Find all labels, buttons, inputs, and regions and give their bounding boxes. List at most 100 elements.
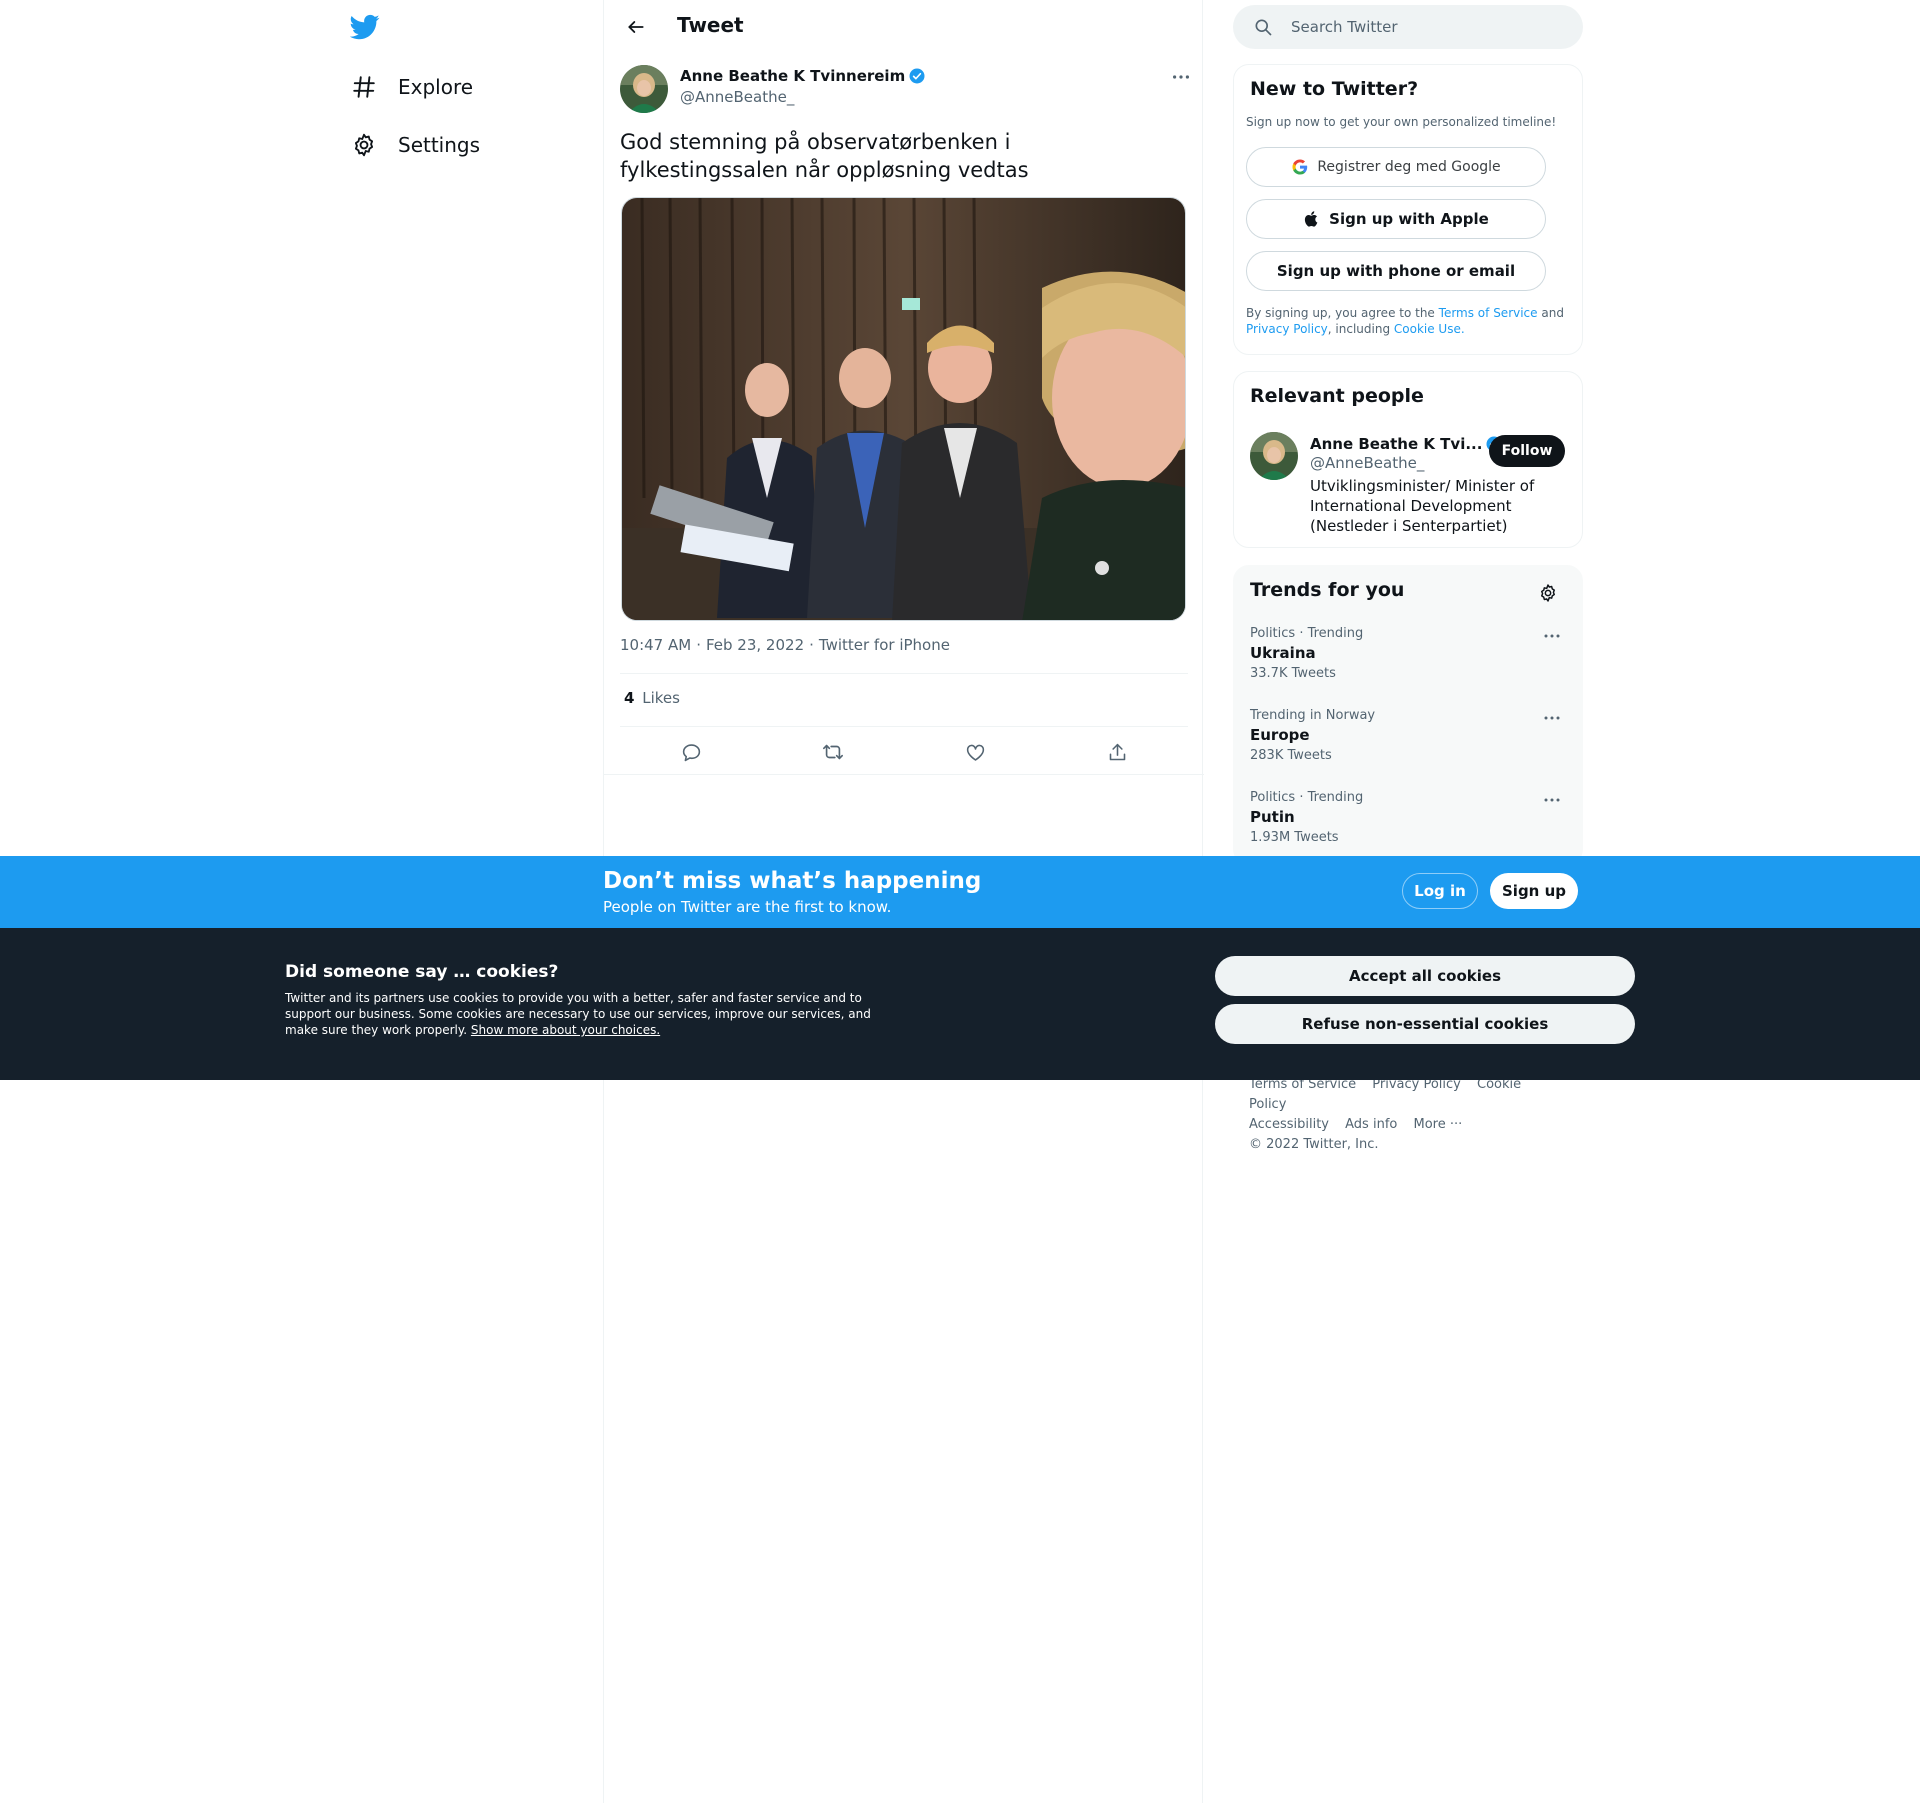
trends-card: Trends for you Politics · Trending Ukrai… [1233,565,1583,865]
trends-settings-button[interactable] [1535,580,1561,606]
nav-item-label: Explore [398,75,474,99]
meta-separator: · [809,636,814,654]
phone-email-signup-button[interactable]: Sign up with phone or email [1246,251,1546,291]
footer-link-more[interactable]: More ··· [1413,1117,1462,1132]
gear-icon [1541,584,1555,602]
heart-icon [966,744,984,761]
nav-item-label: Settings [398,133,481,157]
meta-separator: · [696,636,701,654]
footer-link-accessibility[interactable]: Accessibility [1249,1117,1329,1132]
tweet-source[interactable]: Twitter for iPhone [819,636,950,654]
trend-item[interactable]: Politics · Trending Ukraina 33.7K Tweets [1234,626,1584,708]
terms-prefix: By signing up, you agree to the [1246,306,1435,320]
gear-icon [350,131,378,159]
twitter-bird-icon[interactable] [349,12,384,42]
trend-context: Trending in Norway [1250,708,1376,723]
signup-button[interactable]: Sign up [1490,873,1578,909]
tweet-photo[interactable] [621,197,1186,621]
divider [620,673,1188,674]
relevant-person-bio: Utviklingsminister/ Minister of Internat… [1310,477,1535,535]
google-signup-button[interactable]: Registrer deg med Google [1246,147,1546,187]
like-button[interactable] [958,735,992,769]
search-icon [1255,19,1272,36]
trend-name: Putin [1250,808,1295,826]
likes-label: Likes [642,689,680,707]
cookie-use-link[interactable]: Cookie Use. [1394,322,1465,336]
more-dots-icon [1173,75,1189,79]
relevant-people-card: Relevant people Anne Beathe K Tvi... @An… [1233,371,1583,548]
author-handle[interactable]: @AnneBeathe_ [680,88,794,106]
trend-more-button[interactable] [1539,708,1565,728]
cookie-more-link[interactable]: Show more about your choices. [471,1023,660,1037]
trend-name: Europe [1250,726,1310,744]
footer-link-ads-info[interactable]: Ads info [1345,1117,1397,1132]
retweet-button[interactable] [816,735,850,769]
signup-terms: By signing up, you agree to the Terms of… [1246,305,1566,337]
reply-button[interactable] [674,735,708,769]
apple-signup-label: Sign up with Apple [1329,210,1489,228]
cookie-consent-bar: Did someone say … cookies? Twitter and i… [0,928,1920,1080]
author-name[interactable]: Anne Beathe K Tvinnereim [680,67,905,85]
more-dots-icon [1544,634,1560,638]
accept-cookies-button[interactable]: Accept all cookies [1215,956,1635,996]
terms-of-service-link[interactable]: Terms of Service [1439,306,1538,320]
avatar[interactable] [1250,432,1298,480]
search-input[interactable] [1291,18,1551,36]
avatar[interactable] [620,65,668,113]
trend-count: 33.7K Tweets [1250,666,1336,681]
relevant-person-handle[interactable]: @AnneBeathe_ [1310,454,1424,472]
phone-email-signup-label: Sign up with phone or email [1276,262,1516,280]
tweet-meta: 10:47 AM · Feb 23, 2022 · Twitter for iP… [620,636,950,654]
relevant-people-title: Relevant people [1250,385,1424,407]
likes-link[interactable]: 4 Likes [624,689,680,707]
relevant-name-row[interactable]: Anne Beathe K Tvi... [1310,435,1503,453]
relevant-person-name[interactable]: Anne Beathe K Tvi... [1310,435,1482,453]
arrow-left-icon [628,21,644,33]
apple-signup-button[interactable]: Sign up with Apple [1246,199,1546,239]
retweet-icon [823,744,843,760]
hashtag-icon [350,73,378,101]
cookie-title: Did someone say … cookies? [285,962,559,982]
share-button[interactable] [1100,735,1134,769]
signup-subtitle: Sign up now to get your own personalized… [1246,115,1557,129]
reply-icon [682,743,700,761]
page-title: Tweet [677,13,744,37]
footer-copyright: © 2022 Twitter, Inc. [1249,1137,1379,1152]
tweet-time[interactable]: 10:47 AM [620,636,691,654]
trend-name: Ukraina [1250,644,1316,662]
likes-count: 4 [624,689,635,707]
divider [604,774,1204,775]
trend-count: 283K Tweets [1250,748,1332,763]
follow-button[interactable]: Follow [1489,435,1565,467]
divider [620,726,1188,727]
search-box[interactable] [1233,5,1583,49]
trend-item[interactable]: Trending in Norway Europe 283K Tweets [1234,708,1584,790]
author-name-row[interactable]: Anne Beathe K Tvinnereim [680,67,926,85]
trends-title: Trends for you [1250,579,1405,601]
cookie-text: Twitter and its partners use cookies to … [285,990,905,1038]
login-banner: Don’t miss what’s happening People on Tw… [0,856,1920,928]
nav-item-settings[interactable]: Settings [350,123,480,167]
trend-count: 1.93M Tweets [1250,830,1339,845]
more-options-button[interactable] [1164,64,1198,90]
privacy-policy-link[interactable]: Privacy Policy [1246,322,1328,336]
back-button[interactable] [620,11,652,43]
more-dots-icon [1544,716,1560,720]
signup-card: New to Twitter? Sign up now to get your … [1233,64,1583,355]
refuse-cookies-button[interactable]: Refuse non-essential cookies [1215,1004,1635,1044]
nav-item-explore[interactable]: Explore [350,65,473,109]
trend-more-button[interactable] [1539,790,1565,810]
trend-more-button[interactable] [1539,626,1565,646]
terms-and: and [1541,306,1564,320]
banner-subtitle: People on Twitter are the first to know. [603,898,892,916]
apple-logo-icon [1305,211,1318,227]
google-logo-icon [1292,159,1308,175]
login-button[interactable]: Log in [1402,873,1478,909]
verified-badge-icon [909,68,925,84]
tweet-date[interactable]: Feb 23, 2022 [706,636,804,654]
terms-including: , including [1327,322,1391,336]
share-icon [1109,743,1125,760]
page-header: Tweet [604,0,1204,53]
sidebar-footer: Terms of Service Privacy Policy Cookie P… [1249,1075,1569,1155]
tweet-action-bar [620,735,1188,767]
